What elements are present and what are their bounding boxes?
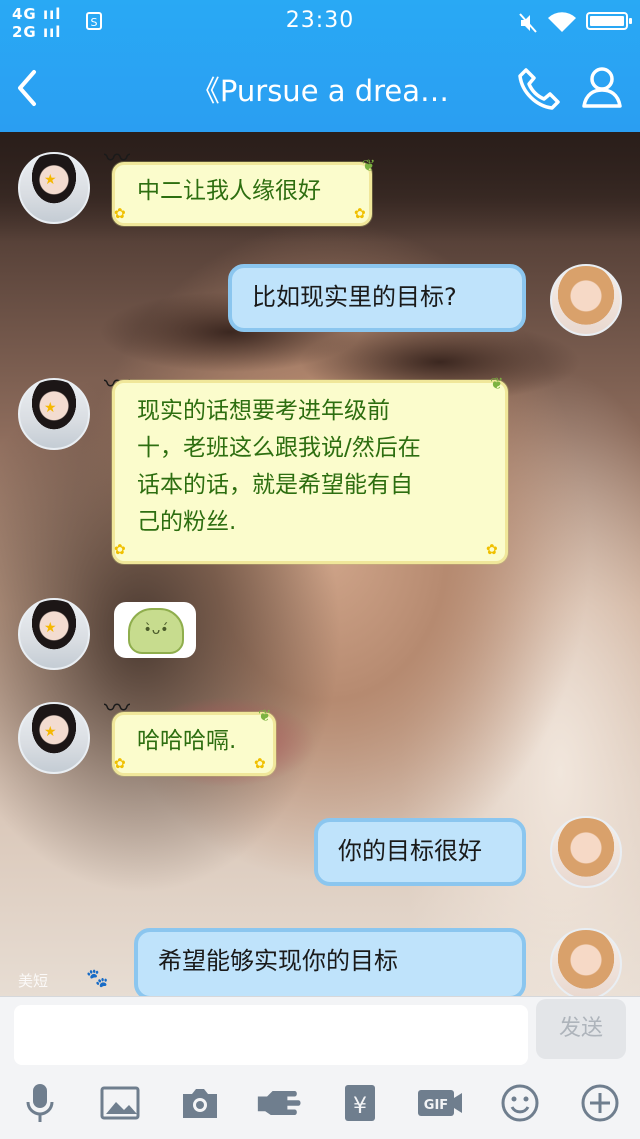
message-text: 比如现实里的目标? <box>252 283 457 311</box>
star-icon: ★ <box>44 172 57 188</box>
message-bubble-out[interactable]: 比如现实里的目标? <box>228 264 526 332</box>
leaf-icon: ❦ <box>362 156 376 175</box>
message-line: 己的粉丝. <box>137 509 237 535</box>
camera-icon[interactable] <box>176 1081 224 1125</box>
wifi-icon <box>548 12 576 32</box>
chat-title[interactable]: 《Pursue a drea… <box>120 68 520 110</box>
mute-icon <box>519 13 537 33</box>
flower-icon: ✿ <box>354 206 366 222</box>
svg-text:GIF: GIF <box>424 1098 448 1113</box>
message-input[interactable] <box>14 1005 528 1065</box>
star-icon: ★ <box>44 620 57 636</box>
composer: 发送 ¥ GIF <box>0 996 640 1139</box>
message-text: 哈哈哈嗝. <box>137 728 237 754</box>
avatar[interactable] <box>550 928 622 996</box>
message-bubble-out[interactable]: 你的目标很好 <box>314 818 526 886</box>
cat-widget-label[interactable]: 美短 <box>18 970 48 991</box>
plus-icon[interactable] <box>576 1081 624 1125</box>
yuan-icon[interactable]: ¥ <box>336 1081 384 1125</box>
app-header-area: 4G ııl 2G ııl S 23:30 《Pursue a drea… <box>0 0 640 132</box>
image-icon[interactable] <box>96 1081 144 1125</box>
star-icon: ★ <box>44 400 57 416</box>
leaf-icon: ❦ <box>258 706 272 725</box>
sticker-face-icon: •̀ᴗ•́ <box>128 608 184 654</box>
message-line: 现实的话想要考进年级前 <box>137 398 390 424</box>
flower-icon: ✿ <box>114 542 126 558</box>
sticker-message[interactable]: •̀ᴗ•́ <box>114 602 196 658</box>
message-bubble-in[interactable]: 哈哈哈嗝. <box>112 712 276 776</box>
mic-icon[interactable] <box>16 1081 64 1125</box>
avatar[interactable] <box>550 264 622 336</box>
message-bubble-in[interactable]: 中二让我人缘很好 <box>112 162 372 226</box>
send-button[interactable]: 发送 <box>536 999 626 1059</box>
status-bar: 4G ııl 2G ııl S 23:30 <box>0 0 640 44</box>
star-icon: ★ <box>44 724 57 740</box>
message-text: 希望能够实现你的目标 <box>158 947 398 975</box>
message-line: 话本的话，就是希望能有自 <box>137 472 413 498</box>
input-toolbar: ¥ GIF <box>0 1081 640 1125</box>
avatar[interactable] <box>550 816 622 888</box>
message-text: 中二让我人缘很好 <box>137 178 321 204</box>
back-icon[interactable] <box>10 66 46 110</box>
battery-icon <box>586 12 632 30</box>
phone-icon[interactable] <box>516 66 562 112</box>
flower-icon: ✿ <box>114 756 126 772</box>
avatar[interactable] <box>18 152 90 224</box>
paw-icon[interactable]: 🐾 <box>86 968 108 989</box>
flower-icon: ✿ <box>486 542 498 558</box>
chat-area[interactable]: ★ 〰 中二让我人缘很好 ❦ ✿ ✿ 比如现实里的目标? ★ 〰 现实的话想要考… <box>0 132 640 996</box>
svg-text:¥: ¥ <box>353 1094 367 1119</box>
emoji-icon[interactable] <box>496 1081 544 1125</box>
message-text: 你的目标很好 <box>338 837 482 865</box>
gif-icon[interactable]: GIF <box>416 1081 464 1125</box>
flower-icon: ✿ <box>254 756 266 772</box>
hand-icon[interactable] <box>256 1081 304 1125</box>
user-profile-icon[interactable] <box>580 64 624 110</box>
flower-icon: ✿ <box>114 206 126 222</box>
message-bubble-out[interactable]: 希望能够实现你的目标 <box>134 928 526 996</box>
status-time: 23:30 <box>285 8 355 33</box>
leaf-icon: ❦ <box>490 374 504 393</box>
message-line: 十，老班这么跟我说/然后在 <box>137 435 421 461</box>
message-bubble-in[interactable]: 现实的话想要考进年级前 十，老班这么跟我说/然后在 话本的话，就是希望能有自 己… <box>112 380 508 564</box>
